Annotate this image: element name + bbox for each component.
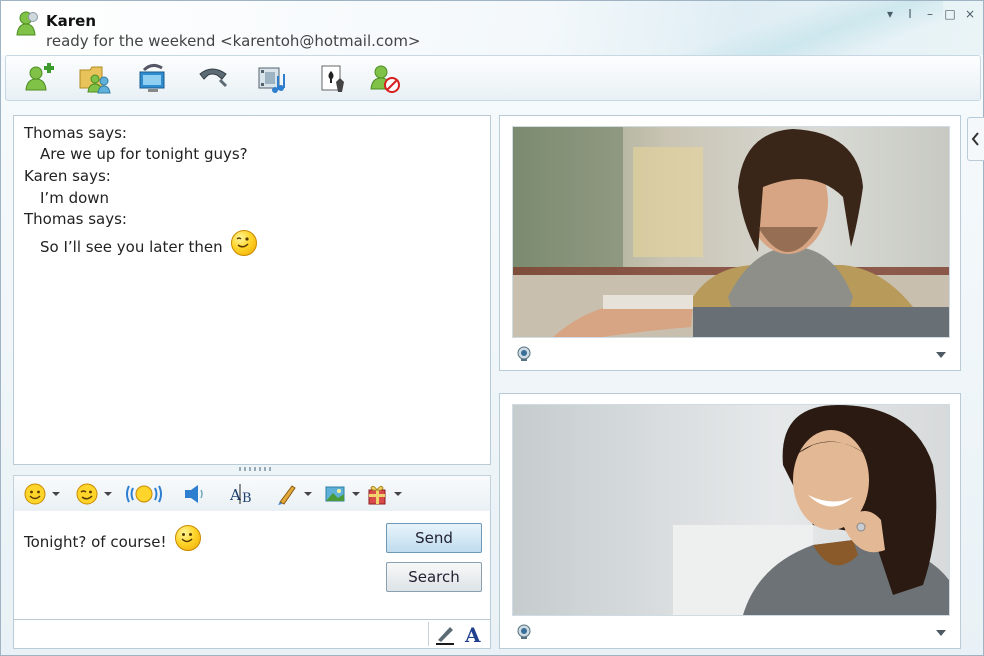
contact-video-panel [499,115,961,371]
webcam-icon[interactable] [516,624,532,640]
activities-icon[interactable] [256,62,290,94]
conversation-header: Karen ready for the weekend <karentoh@ho… [1,1,983,55]
maximize-button[interactable]: □ [943,7,957,21]
divider [428,622,429,646]
share-folder-icon[interactable] [78,62,112,94]
chevron-left-icon [971,132,979,146]
contact-status-message: ready for the weekend <karentoh@hotmail.… [46,32,421,50]
message-input-area[interactable]: Tonight? of course! Send Search [13,511,491,620]
contact-photo [513,127,949,337]
webcam-icon[interactable] [516,346,532,362]
collapse-sidebar-button[interactable] [967,117,984,161]
phone-call-icon[interactable] [196,62,230,94]
conversation-history[interactable]: Thomas says: Are we up for tonight guys?… [13,115,491,465]
main-toolbar [5,55,981,101]
smile-emoticon-icon [175,525,202,551]
message-text: Are we up for tonight guys? [40,145,248,163]
nudge-icon[interactable] [124,482,164,506]
self-photo [513,405,949,615]
formatting-toolbar: AB [13,475,491,513]
svg-text:A: A [229,486,241,504]
messenger-window: Karen ready for the weekend <karentoh@ho… [0,0,984,656]
show-menu-button[interactable]: I [903,7,917,21]
add-contact-icon[interactable] [22,62,56,94]
message-sender: Thomas says: [24,210,127,228]
message-sender: Thomas says: [24,124,127,142]
contact-name: Karen [46,12,96,30]
wink-icon[interactable] [76,482,112,506]
svg-text:B: B [242,491,252,506]
self-video-feed [512,404,950,616]
emoticon-icon[interactable] [24,482,60,506]
panel-resize-grip[interactable] [239,467,273,471]
message-sender: Karen says: [24,167,111,185]
options-menu-button[interactable]: ▾ [883,7,897,21]
window-controls: ▾ I – □ × [883,7,977,21]
contact-video-feed [512,126,950,338]
message-with-emoticon: So I’ll see you later then [40,230,258,256]
close-button[interactable]: × [963,7,977,21]
games-icon[interactable] [316,62,350,94]
text-mode-icon[interactable]: A [461,622,487,646]
search-button[interactable]: Search [386,562,482,592]
voice-clip-icon[interactable] [182,482,218,506]
compose-status-bar: A [13,619,491,649]
minimize-button[interactable]: – [923,7,937,21]
video-call-icon[interactable] [136,62,170,94]
handwriting-icon[interactable] [276,482,312,506]
handwriting-mode-icon[interactable] [432,622,458,646]
video-options-dropdown-icon[interactable] [936,630,946,636]
message-input[interactable]: Tonight? of course! [24,525,202,551]
svg-text:A: A [464,623,481,646]
wink-emoticon-icon [231,230,258,256]
block-contact-icon[interactable] [368,62,402,94]
buddy-status-icon [16,11,38,36]
font-icon[interactable]: AB [228,482,264,506]
video-options-dropdown-icon[interactable] [936,352,946,358]
message-text: So I’ll see you later then [40,238,223,256]
message-text: I’m down [40,189,110,207]
self-video-panel [499,393,961,649]
background-icon[interactable] [324,482,360,506]
gift-icon[interactable] [366,482,402,506]
message-input-text: Tonight? of course! [24,533,167,551]
send-button[interactable]: Send [386,523,482,553]
